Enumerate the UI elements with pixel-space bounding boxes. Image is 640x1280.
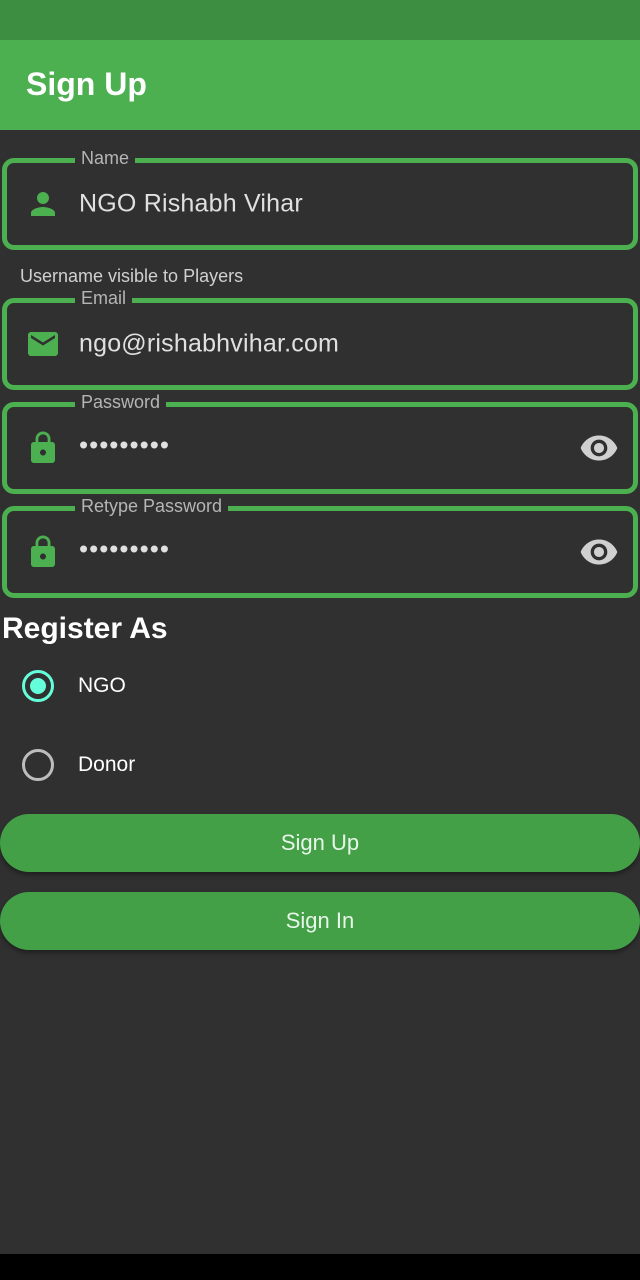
register-as-title: Register As — [2, 612, 168, 645]
sign-in-button[interactable]: Sign In — [0, 892, 640, 950]
system-nav-bar — [0, 1254, 640, 1280]
email-label: Email — [75, 287, 133, 309]
name-input[interactable]: NGO Rishabh Vihar — [79, 190, 303, 219]
radio-label-donor: Donor — [78, 753, 136, 776]
mail-icon — [28, 332, 58, 356]
password-label: Password — [75, 391, 167, 413]
email-field[interactable]: Email ngo@rishabhvihar.com — [2, 287, 638, 390]
name-field[interactable]: Name NGO Rishabh Vihar — [2, 147, 638, 250]
person-icon — [31, 192, 55, 216]
radio-button-ngo[interactable] — [22, 670, 54, 702]
eye-icon[interactable] — [579, 532, 619, 572]
password-field[interactable]: Password ••••••••• — [2, 391, 638, 494]
name-label: Name — [75, 147, 136, 169]
app-bar: Sign Up — [0, 40, 640, 130]
status-bar — [0, 0, 640, 40]
lock-icon — [31, 535, 55, 567]
radio-button-donor[interactable] — [22, 749, 54, 781]
page-title: Sign Up — [26, 66, 147, 102]
sign-up-button[interactable]: Sign Up — [0, 814, 640, 872]
radio-option-ngo[interactable]: NGO — [22, 666, 126, 706]
radio-label-ngo: NGO — [78, 674, 126, 697]
retype-password-label: Retype Password — [75, 495, 229, 517]
lock-icon — [31, 431, 55, 463]
eye-icon[interactable] — [579, 428, 619, 468]
name-helper-text: Username visible to Players — [20, 266, 244, 286]
password-input[interactable]: ••••••••• — [79, 429, 170, 460]
radio-option-donor[interactable]: Donor — [22, 745, 135, 785]
email-input[interactable]: ngo@rishabhvihar.com — [79, 330, 339, 359]
retype-password-input[interactable]: ••••••••• — [79, 533, 170, 564]
retype-password-field[interactable]: Retype Password ••••••••• — [2, 495, 638, 598]
